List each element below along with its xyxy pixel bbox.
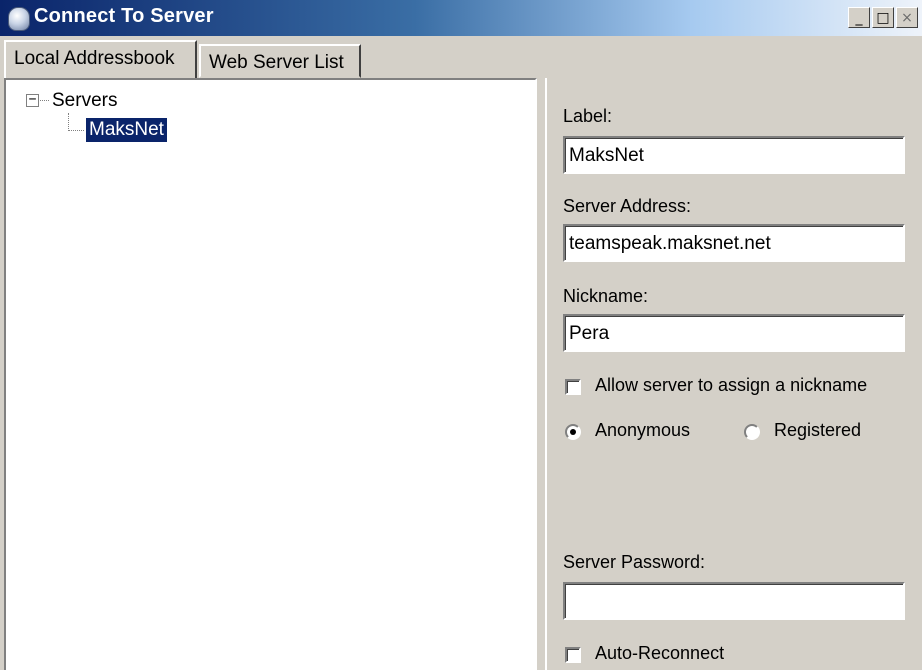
label-field-label: Label:	[563, 106, 613, 126]
window-controls: _ □ ×	[848, 7, 918, 28]
close-button[interactable]: ×	[896, 7, 918, 28]
tree-connector	[68, 130, 84, 131]
server-address-label: Server Address:	[563, 196, 692, 216]
tree-connector	[68, 113, 69, 131]
pane-splitter[interactable]	[537, 78, 545, 670]
window-title: Connect To Server	[34, 5, 214, 27]
registered-label[interactable]: Registered	[774, 420, 861, 441]
title-bar[interactable]: Connect To Server _ □ ×	[0, 0, 922, 36]
tree-root-servers[interactable]: Servers	[52, 90, 117, 112]
tree-connector	[40, 100, 49, 101]
auto-reconnect-checkbox[interactable]	[565, 647, 581, 663]
label-input[interactable]: MaksNet	[563, 136, 905, 174]
nickname-input[interactable]: Pera	[563, 314, 905, 352]
tree-item-maksnet[interactable]: MaksNet	[85, 117, 168, 143]
registered-radio[interactable]	[744, 424, 760, 440]
allow-assign-nickname-label[interactable]: Allow server to assign a nickname	[595, 375, 867, 396]
teamspeak-headset-icon	[8, 7, 30, 31]
tab-local-addressbook[interactable]: Local Addressbook	[4, 40, 197, 78]
maximize-button[interactable]: □	[872, 7, 894, 28]
anonymous-label[interactable]: Anonymous	[595, 420, 690, 441]
allow-assign-nickname-checkbox[interactable]	[565, 379, 581, 395]
server-tree-pane: − Servers MaksNet	[4, 78, 537, 670]
collapse-icon[interactable]: −	[26, 93, 39, 107]
server-password-label: Server Password:	[563, 552, 706, 572]
tab-web-server-list[interactable]: Web Server List	[199, 44, 361, 78]
server-address-input[interactable]: teamspeak.maksnet.net	[563, 224, 905, 262]
server-password-input[interactable]	[563, 582, 905, 620]
nickname-label: Nickname:	[563, 286, 649, 306]
minimize-button[interactable]: _	[848, 7, 870, 28]
server-details-pane: Label: MaksNet Server Address: teamspeak…	[545, 78, 922, 670]
anonymous-radio[interactable]	[565, 424, 581, 440]
connect-to-server-window: Connect To Server _ □ × Local Addressboo…	[0, 0, 922, 670]
auto-reconnect-label[interactable]: Auto-Reconnect	[595, 643, 724, 664]
